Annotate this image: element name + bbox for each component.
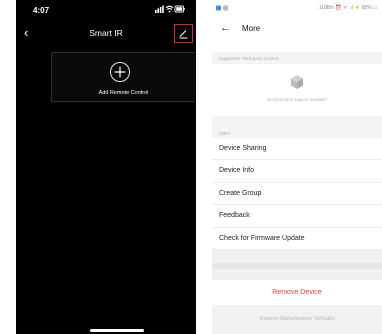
nav-bar: ‹ Smart IR — [16, 22, 196, 46]
restore-defaults-button[interactable]: Restore Manufacturer Defaults — [212, 309, 382, 329]
more-screen: 119B/s ⏰ ᯤ .ıl ⚡ 85% ▭ ← More Supported … — [212, 0, 382, 334]
empty-state-text: No third party support available — [267, 97, 327, 102]
smart-ir-screen: 4:07 ‹ Smart IR Add Remote Control — [16, 0, 196, 334]
status-time: 4:07 — [33, 6, 50, 15]
remove-device-button[interactable]: Remove Device — [212, 281, 382, 305]
nav-bar: ← More — [212, 18, 382, 42]
menu-item-firmware-update[interactable]: Check for Firmware Update — [212, 228, 382, 250]
menu-item-create-group[interactable]: Create Group — [212, 183, 382, 206]
supported-section-header: Supported Third-party Control — [212, 52, 382, 64]
add-remote-control-label: Add Remote Control — [98, 90, 149, 96]
menu-item-feedback[interactable]: Feedback — [212, 205, 382, 228]
status-bar: 119B/s ⏰ ᯤ .ıl ⚡ 85% ▭ — [212, 0, 382, 16]
status-bar: 4:07 — [16, 0, 196, 20]
home-indicator[interactable] — [90, 329, 144, 332]
empty-state: No third party support available — [212, 64, 382, 116]
menu-item-device-sharing[interactable]: Device Sharing — [212, 138, 382, 161]
notification-icons — [216, 5, 230, 11]
back-arrow-icon[interactable]: ← — [220, 22, 231, 34]
signal-wifi-battery-icon — [155, 5, 185, 13]
edit-button[interactable] — [174, 24, 193, 43]
pencil-icon — [179, 30, 188, 39]
divider-strip — [212, 263, 382, 269]
cube-icon — [291, 75, 303, 89]
status-indicators: 119B/s ⏰ ᯤ .ıl ⚡ 85% ▭ — [318, 5, 378, 11]
section-divider — [212, 250, 382, 280]
page-title: Smart IR — [89, 28, 123, 38]
menu-list: Device Sharing Device Info Create Group … — [212, 138, 382, 250]
menu-item-device-info[interactable]: Device Info — [212, 160, 382, 183]
add-remote-control-card[interactable]: Add Remote Control — [51, 52, 195, 102]
add-icon — [110, 62, 130, 82]
page-title: More — [242, 24, 261, 33]
other-section-header: Other — [212, 116, 382, 138]
system-status-icons — [155, 4, 185, 14]
